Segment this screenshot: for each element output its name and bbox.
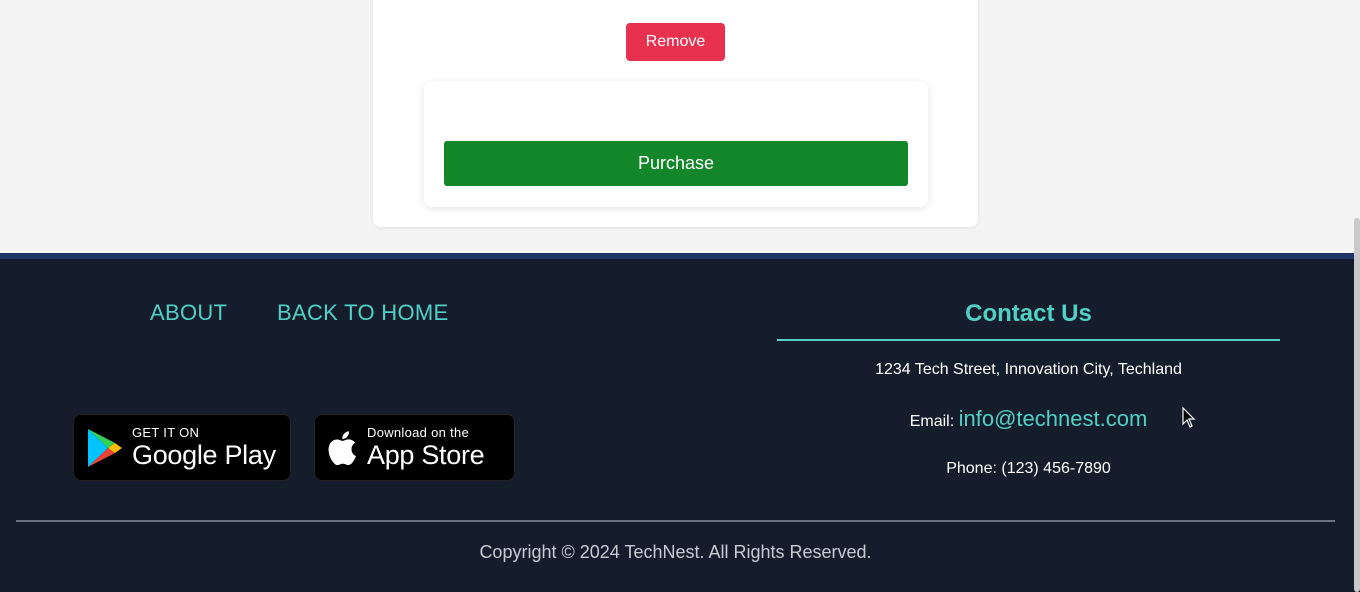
google-play-badge[interactable]: GET IT ON Google Play xyxy=(73,414,291,481)
contact-email-row: Email: info@technest.com xyxy=(777,406,1280,432)
app-store-big-text: App Store xyxy=(367,439,485,470)
cart-area: Remove Purchase xyxy=(0,0,1360,253)
phone-label: Phone: xyxy=(946,460,997,477)
footer-link-about[interactable]: ABOUT xyxy=(150,300,227,326)
google-play-small-text: GET IT ON xyxy=(132,424,200,440)
contact-divider xyxy=(777,339,1280,341)
page-scrollbar[interactable] xyxy=(1354,218,1360,592)
app-store-small-text: Download on the xyxy=(367,424,470,440)
purchase-button[interactable]: Purchase xyxy=(444,141,908,186)
contact-title: Contact Us xyxy=(965,300,1092,327)
contact-address: 1234 Tech Street, Innovation City, Techl… xyxy=(875,361,1182,378)
remove-button[interactable]: Remove xyxy=(626,23,725,61)
app-store-badge[interactable]: Download on the App Store xyxy=(314,414,515,481)
email-label: Email: xyxy=(909,413,955,430)
contact-phone-row: Phone: (123) 456-7890 xyxy=(777,460,1280,478)
google-play-big-text: Google Play xyxy=(132,439,276,470)
mouse-cursor-icon xyxy=(1182,407,1196,428)
google-play-icon xyxy=(86,427,124,469)
copyright-text: Copyright © 2024 TechNest. All Rights Re… xyxy=(479,542,872,562)
phone-value: (123) 456-7890 xyxy=(1001,460,1111,477)
email-link[interactable]: info@technest.com xyxy=(959,406,1148,431)
footer-divider xyxy=(16,520,1335,522)
apple-icon xyxy=(327,430,357,466)
footer-link-back-to-home[interactable]: BACK TO HOME xyxy=(277,300,449,326)
